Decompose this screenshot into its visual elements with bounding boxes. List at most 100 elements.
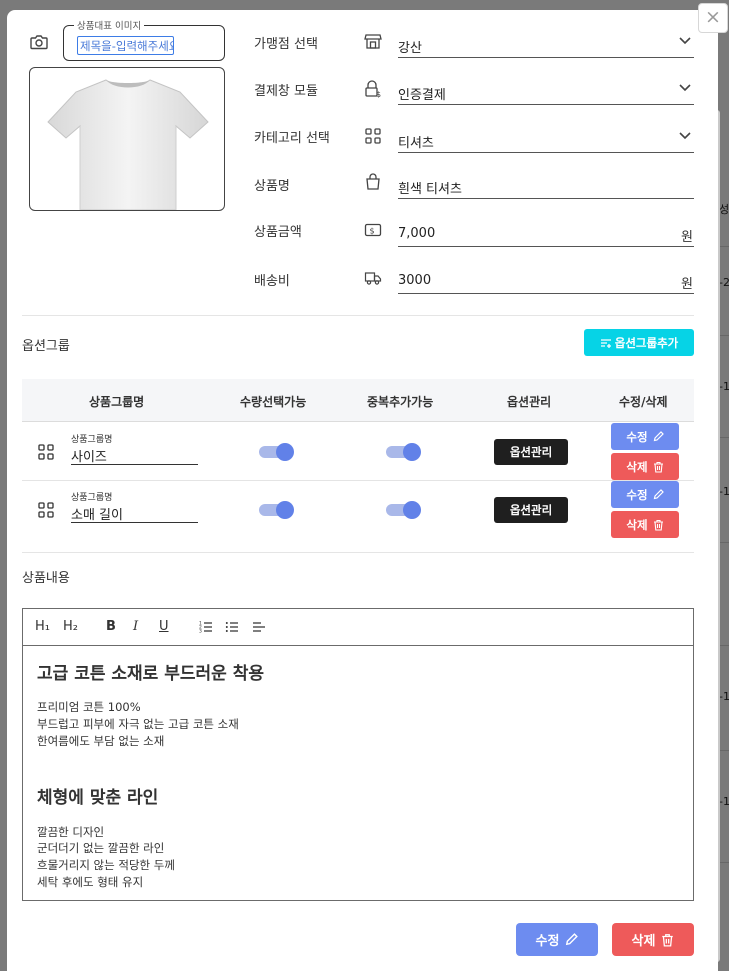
store-icon: [364, 34, 382, 49]
trash-icon: [653, 461, 663, 473]
toggle-knob: [276, 443, 294, 461]
content-heading: 체형에 맞춘 라인: [37, 788, 159, 808]
price-unit: 원: [681, 230, 693, 245]
italic-button[interactable]: I: [133, 619, 138, 635]
category-label: 카테고리 선택: [254, 131, 330, 146]
heading2-button[interactable]: H₂: [63, 619, 78, 635]
image-title-fieldset: 상품대표 이미지: [63, 18, 225, 61]
price-label: 상품금액: [254, 225, 302, 240]
image-title-input[interactable]: [77, 36, 174, 55]
option-manage-button[interactable]: 옵션관리: [494, 497, 568, 523]
section-divider: [22, 552, 694, 553]
toggle-knob: [276, 501, 294, 519]
list-add-icon: [600, 338, 611, 348]
drag-grid-icon[interactable]: [38, 502, 54, 518]
row-delete-label: 삭제: [626, 459, 648, 474]
bullet-list-icon[interactable]: [225, 620, 239, 634]
group-name-field-label: 상품그룹명: [71, 435, 113, 445]
row-delete-button[interactable]: 삭제: [611, 511, 679, 538]
option-manage-button[interactable]: 옵션관리: [494, 439, 568, 465]
row-delete-button[interactable]: 삭제: [611, 453, 679, 480]
header-dup-addable: 중복추가가능: [367, 395, 434, 409]
truck-icon: [364, 272, 382, 285]
product-name-label: 상품명: [254, 179, 290, 194]
group-name-field-label: 상품그룹명: [71, 493, 113, 503]
content-paragraph-line: 부드럽고 피부에 자극 없는 고급 코튼 소재: [37, 717, 239, 731]
ordered-list-icon[interactable]: 1 2 3: [199, 620, 213, 634]
group-name-value: 사이즈: [71, 450, 107, 465]
content-heading: 고급 코튼 소재로 부드러운 착용: [37, 664, 264, 684]
heading1-button[interactable]: H₁: [35, 619, 50, 635]
shipping-label: 배송비: [254, 274, 290, 289]
image-field-legend: 상품대표 이미지: [74, 18, 145, 32]
content-paragraph-line: 흐물거리지 않는 적당한 두께: [37, 858, 175, 872]
store-select[interactable]: 강산: [398, 31, 694, 58]
rich-text-editor[interactable]: H₁ H₂ B I U 1 2 3 고급 코튼 소재로 부드러운 착용 프리미엄…: [22, 608, 694, 901]
product-image[interactable]: [29, 67, 225, 211]
add-option-group-label: 옵션그룹추가: [614, 335, 679, 350]
row-edit-label: 수정: [626, 487, 648, 502]
price-value: 7,000: [398, 226, 436, 241]
delete-product-label: 삭제: [631, 934, 656, 949]
camera-icon[interactable]: [30, 34, 48, 50]
chevron-down-icon: [679, 84, 691, 92]
qty-selectable-toggle[interactable]: [259, 501, 294, 519]
category-select[interactable]: 티셔츠: [398, 126, 694, 153]
svg-text:$: $: [370, 227, 375, 236]
editor-toolbar: H₁ H₂ B I U 1 2 3: [23, 609, 693, 646]
money-icon: $: [364, 223, 382, 237]
content-title: 상품내용: [22, 571, 70, 586]
add-option-group-button[interactable]: 옵션그룹추가: [584, 329, 694, 356]
options-table-header: 상품그룹명 수량선택가능 중복추가가능 옵션관리 수정/삭제: [22, 379, 694, 422]
row-delete-label: 삭제: [626, 517, 648, 532]
group-name-input[interactable]: 사이즈: [71, 445, 198, 465]
bold-button[interactable]: B: [106, 619, 116, 635]
row-divider: [22, 480, 694, 481]
drag-grid-icon[interactable]: [38, 444, 54, 460]
underline-button[interactable]: U: [159, 619, 169, 635]
toggle-knob: [403, 501, 421, 519]
dup-addable-toggle[interactable]: [386, 501, 421, 519]
chevron-down-icon: [679, 37, 691, 45]
svg-text:$: $: [376, 90, 381, 98]
pencil-icon: [653, 431, 664, 442]
save-edit-button[interactable]: 수정: [516, 923, 598, 956]
option-group-title: 옵션그룹: [22, 339, 70, 354]
dup-addable-toggle[interactable]: [386, 443, 421, 461]
lock-dollar-icon: $: [365, 80, 381, 98]
svg-text:3: 3: [199, 629, 202, 635]
shipping-input[interactable]: 3000 원: [398, 267, 694, 294]
chevron-down-icon: [679, 132, 691, 140]
product-name-input[interactable]: 흰색 티셔츠: [398, 172, 694, 199]
row-edit-label: 수정: [626, 429, 648, 444]
close-button[interactable]: ×: [698, 3, 728, 33]
pencil-icon: [566, 933, 579, 946]
toggle-knob: [403, 443, 421, 461]
shipping-value: 3000: [398, 273, 432, 288]
grid-icon: [365, 128, 381, 144]
header-edit-delete: 수정/삭제: [619, 395, 668, 409]
row-edit-button[interactable]: 수정: [611, 481, 679, 508]
section-divider: [22, 315, 694, 316]
shipping-unit: 원: [681, 277, 693, 292]
content-paragraph-line: 군더더기 없는 깔끔한 라인: [37, 841, 165, 855]
header-option-manage: 옵션관리: [507, 395, 552, 409]
pencil-icon: [653, 489, 664, 500]
content-paragraph-line: 한여름에도 부담 없는 소재: [37, 734, 165, 748]
trash-icon: [662, 933, 674, 946]
row-edit-button[interactable]: 수정: [611, 423, 679, 450]
group-name-input[interactable]: 소매 길이: [71, 503, 198, 523]
delete-product-button[interactable]: 삭제: [612, 923, 694, 956]
price-input[interactable]: 7,000 원: [398, 220, 694, 247]
payment-label: 결제창 모듈: [254, 84, 318, 99]
payment-select[interactable]: 인증결제: [398, 78, 694, 105]
content-paragraph-line: 프리미엄 코튼 100%: [37, 700, 141, 714]
header-qty-selectable: 수량선택가능: [240, 395, 307, 409]
category-value: 티셔츠: [398, 136, 434, 151]
align-left-icon[interactable]: [252, 620, 266, 634]
product-name-value: 흰색 티셔츠: [398, 182, 462, 197]
trash-icon: [653, 519, 663, 531]
qty-selectable-toggle[interactable]: [259, 443, 294, 461]
store-value: 강산: [398, 41, 422, 56]
store-label: 가맹점 선택: [254, 37, 318, 52]
